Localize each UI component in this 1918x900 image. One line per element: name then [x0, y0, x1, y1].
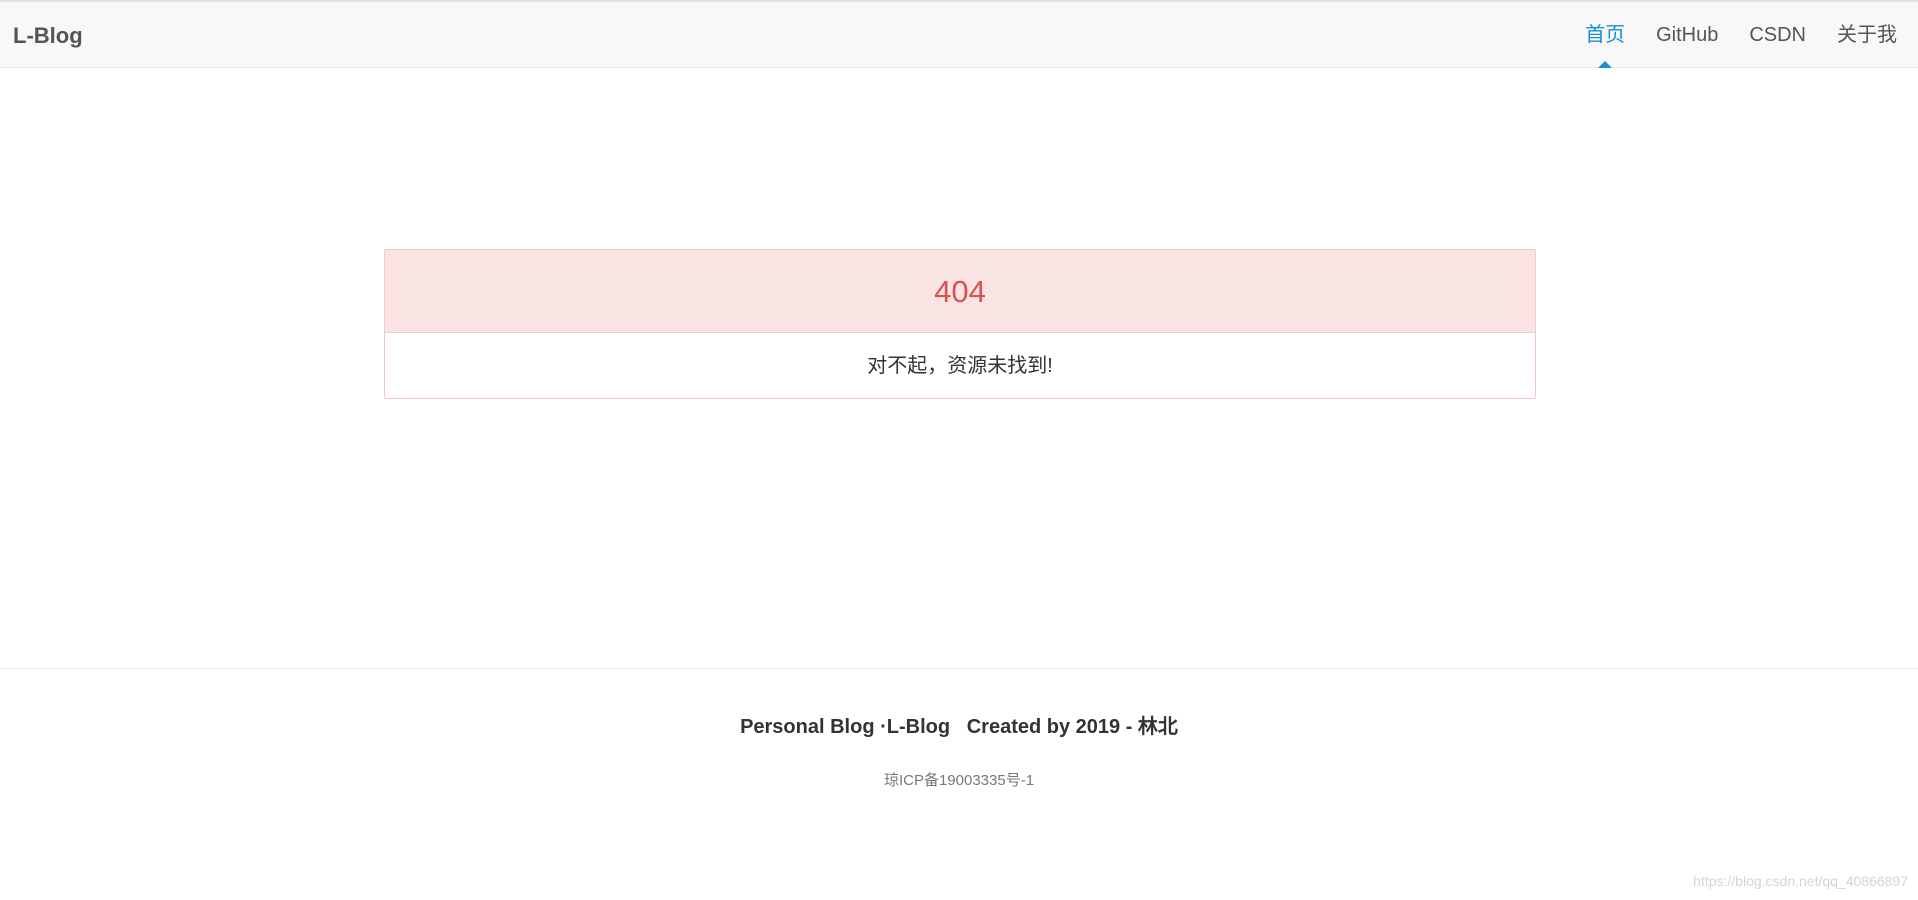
page-footer: Personal Blog ·L-Blog Created by 2019 - …	[0, 668, 1918, 900]
brand-logo-link[interactable]: L-Blog	[13, 22, 83, 50]
nav-item-home[interactable]: 首页	[1585, 2, 1625, 68]
nav-item-about[interactable]: 关于我	[1837, 2, 1897, 68]
nav-item-label: CSDN	[1749, 24, 1806, 46]
active-caret-icon	[1598, 61, 1613, 68]
image-watermark: https://blog.csdn.net/qq_40866897	[1693, 873, 1908, 889]
nav-item-csdn[interactable]: CSDN	[1749, 2, 1806, 68]
error-message: 对不起，资源未找到!	[867, 354, 1053, 377]
footer-credit: Personal Blog ·L-Blog Created by 2019 - …	[740, 716, 1178, 738]
nav-item-github[interactable]: GitHub	[1656, 2, 1718, 68]
icp-record-link[interactable]: 琼ICP备19003335号-1	[0, 771, 1918, 791]
nav-item-label: 首页	[1585, 24, 1626, 46]
error-panel-header: 404	[385, 250, 1535, 333]
error-panel: 404 对不起，资源未找到!	[384, 249, 1536, 399]
error-code: 404	[934, 274, 986, 309]
nav-item-label: GitHub	[1656, 24, 1719, 46]
nav-item-label: 关于我	[1837, 24, 1897, 46]
error-panel-body: 对不起，资源未找到!	[385, 333, 1535, 398]
main-nav: 首页 GitHub CSDN 关于我	[1585, 2, 1918, 68]
top-navbar: L-Blog 首页 GitHub CSDN 关于我	[0, 2, 1918, 68]
